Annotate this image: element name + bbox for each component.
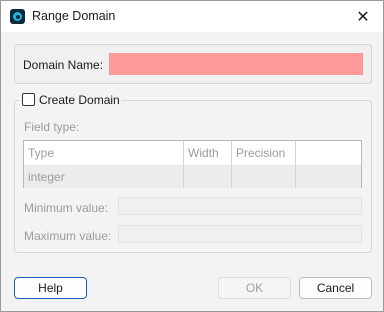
maximum-value-label: Maximum value: <box>24 229 112 243</box>
column-header-width: Width <box>184 141 232 165</box>
domain-name-label: Domain Name: <box>23 58 104 72</box>
maximum-value-input[interactable] <box>118 225 362 243</box>
app-icon <box>10 9 25 24</box>
create-domain-checkbox[interactable] <box>22 93 35 106</box>
column-header-type: Type <box>24 141 184 165</box>
title-bar: Range Domain ✕ <box>1 1 383 32</box>
domain-name-input[interactable] <box>109 53 363 75</box>
cell-precision <box>232 165 296 188</box>
table-row: integer <box>24 165 361 188</box>
field-type-label: Field type: <box>24 120 80 134</box>
cell-width <box>184 165 232 188</box>
cancel-button[interactable]: Cancel <box>299 277 372 299</box>
field-type-table: Type Width Precision integer <box>23 140 362 188</box>
column-header-precision: Precision <box>232 141 296 165</box>
range-domain-dialog: Range Domain ✕ Domain Name: Create Domai… <box>0 0 384 312</box>
minimum-value-label: Minimum value: <box>24 201 109 215</box>
table-header: Type Width Precision <box>24 141 361 165</box>
help-button[interactable]: Help <box>14 277 87 299</box>
column-header-extra <box>296 141 361 165</box>
cell-type: integer <box>24 165 184 188</box>
ok-button[interactable]: OK <box>218 277 291 299</box>
cell-extra <box>296 165 361 188</box>
minimum-value-input[interactable] <box>118 197 362 215</box>
create-domain-label[interactable]: Create Domain <box>39 93 120 107</box>
close-icon[interactable]: ✕ <box>343 1 383 32</box>
window-title: Range Domain <box>32 9 116 23</box>
